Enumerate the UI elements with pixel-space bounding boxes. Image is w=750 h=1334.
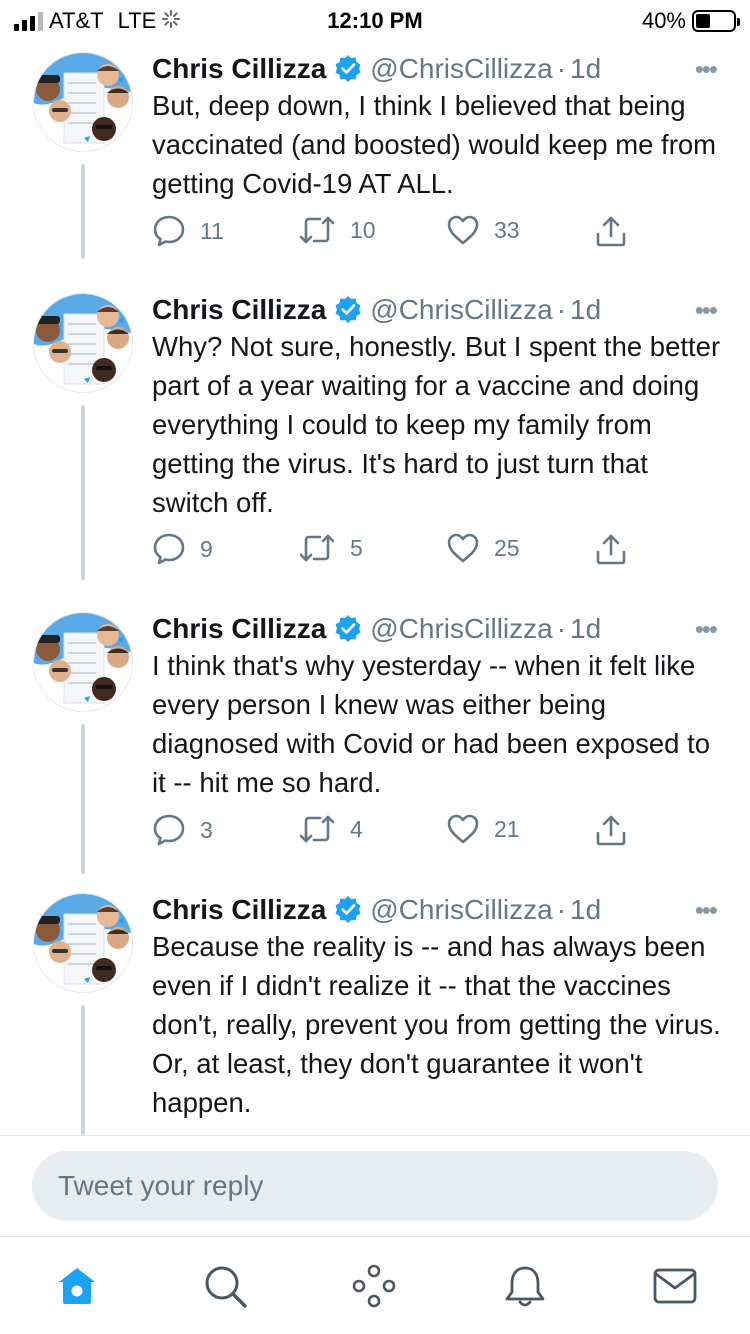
retweet-count: 4 bbox=[350, 815, 363, 842]
thread-connector bbox=[81, 405, 85, 580]
thread-connector bbox=[81, 164, 85, 259]
retweet-icon bbox=[298, 813, 336, 845]
avatar[interactable] bbox=[33, 293, 133, 393]
more-options-icon[interactable]: ••• bbox=[695, 614, 718, 645]
retweet-icon bbox=[298, 532, 336, 564]
more-options-icon[interactable]: ••• bbox=[695, 54, 718, 85]
tweet-header: Chris Cillizza @ChrisCillizza · 1d bbox=[152, 610, 601, 645]
heart-icon bbox=[446, 532, 480, 564]
separator: · bbox=[556, 53, 567, 84]
tweet-timestamp: 1d bbox=[570, 53, 602, 84]
notifications-icon[interactable] bbox=[500, 1261, 550, 1311]
verified-badge-icon bbox=[334, 895, 362, 923]
tweet-header: Chris Cillizza @ChrisCillizza · 1d bbox=[152, 891, 601, 926]
author-handle[interactable]: @ChrisCillizza bbox=[370, 894, 552, 926]
verified-badge-icon bbox=[334, 54, 362, 82]
like-count: 33 bbox=[494, 216, 520, 243]
tweet-header: Chris Cillizza @ChrisCillizza · 1d bbox=[152, 291, 601, 326]
clock: 12:10 PM bbox=[327, 8, 423, 33]
reply-input[interactable] bbox=[32, 1151, 718, 1221]
author-handle[interactable]: @ChrisCillizza bbox=[370, 53, 552, 85]
reply-icon bbox=[152, 813, 186, 847]
tweet-timestamp: 1d bbox=[570, 294, 602, 325]
home-icon[interactable] bbox=[52, 1261, 102, 1311]
bottom-tab-bar bbox=[0, 1237, 750, 1334]
battery-icon bbox=[692, 10, 740, 32]
avatar[interactable] bbox=[33, 52, 133, 152]
author-handle[interactable]: @ChrisCillizza bbox=[370, 613, 552, 645]
reply-count: 3 bbox=[200, 816, 213, 843]
tweet-header: Chris Cillizza @ChrisCillizza · 1d bbox=[152, 50, 601, 85]
verified-badge-icon bbox=[334, 295, 362, 323]
messages-icon[interactable] bbox=[650, 1261, 700, 1311]
retweet-button[interactable]: 4 bbox=[298, 813, 363, 845]
share-icon bbox=[594, 214, 628, 248]
author-name[interactable]: Chris Cillizza bbox=[152, 613, 326, 645]
battery-percent: 40% bbox=[641, 8, 686, 33]
verified-badge-icon bbox=[334, 614, 362, 642]
avatar[interactable] bbox=[33, 612, 133, 712]
reply-count: 9 bbox=[200, 535, 213, 562]
tweet-text: But, deep down, I think I believed that … bbox=[152, 90, 717, 199]
author-name[interactable]: Chris Cillizza bbox=[152, 894, 326, 926]
tweet-text: I think that's why yesterday -- when it … bbox=[152, 650, 711, 798]
like-count: 21 bbox=[494, 815, 520, 842]
status-bar: AT&T LTE 12:10 PM 40% bbox=[0, 0, 750, 40]
heart-icon bbox=[446, 813, 480, 845]
more-options-icon[interactable]: ••• bbox=[695, 895, 718, 926]
tweet-actions: 11 10 33 bbox=[152, 214, 712, 254]
retweet-button[interactable]: 5 bbox=[298, 532, 363, 564]
reply-icon bbox=[152, 214, 186, 248]
reply-button[interactable]: 9 bbox=[152, 532, 213, 566]
retweet-count: 5 bbox=[350, 534, 363, 561]
thread-connector bbox=[81, 724, 85, 874]
avatar[interactable] bbox=[33, 893, 133, 993]
tweet-text: Because the reality is -- and has always… bbox=[152, 931, 721, 1118]
tweet-timestamp: 1d bbox=[570, 894, 602, 925]
search-icon[interactable] bbox=[200, 1261, 250, 1311]
separator: · bbox=[556, 894, 567, 925]
more-options-icon[interactable]: ••• bbox=[695, 295, 718, 326]
share-icon bbox=[594, 532, 628, 566]
like-button[interactable]: 25 bbox=[446, 532, 520, 564]
retweet-button[interactable]: 10 bbox=[298, 214, 376, 246]
like-button[interactable]: 21 bbox=[446, 813, 520, 845]
tweet-text: Why? Not sure, honestly. But I spent the… bbox=[152, 331, 721, 518]
tweet-timestamp: 1d bbox=[570, 613, 602, 644]
separator: · bbox=[556, 294, 567, 325]
retweet-icon bbox=[298, 214, 336, 246]
author-name[interactable]: Chris Cillizza bbox=[152, 294, 326, 326]
heart-icon bbox=[446, 214, 480, 246]
reply-icon bbox=[152, 532, 186, 566]
spaces-icon[interactable] bbox=[349, 1261, 399, 1311]
separator: · bbox=[556, 613, 567, 644]
reply-button[interactable]: 11 bbox=[152, 214, 224, 248]
author-name[interactable]: Chris Cillizza bbox=[152, 53, 326, 85]
divider bbox=[0, 1135, 750, 1136]
share-icon bbox=[594, 813, 628, 847]
retweet-count: 10 bbox=[350, 216, 376, 243]
reply-button[interactable]: 3 bbox=[152, 813, 213, 847]
thread-connector bbox=[81, 1005, 85, 1135]
tweet-actions: 3 4 21 bbox=[152, 813, 712, 853]
share-button[interactable] bbox=[594, 214, 628, 248]
like-count: 25 bbox=[494, 534, 520, 561]
share-button[interactable] bbox=[594, 813, 628, 847]
reply-count: 11 bbox=[200, 217, 224, 244]
like-button[interactable]: 33 bbox=[446, 214, 520, 246]
author-handle[interactable]: @ChrisCillizza bbox=[370, 294, 552, 326]
tweet-actions: 9 5 25 bbox=[152, 532, 712, 572]
share-button[interactable] bbox=[594, 532, 628, 566]
